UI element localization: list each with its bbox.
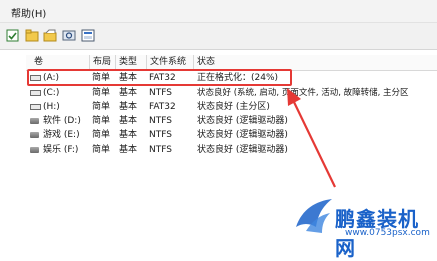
watermark-url: www.0753psx.com (345, 228, 430, 238)
watermark-logo (296, 199, 332, 233)
